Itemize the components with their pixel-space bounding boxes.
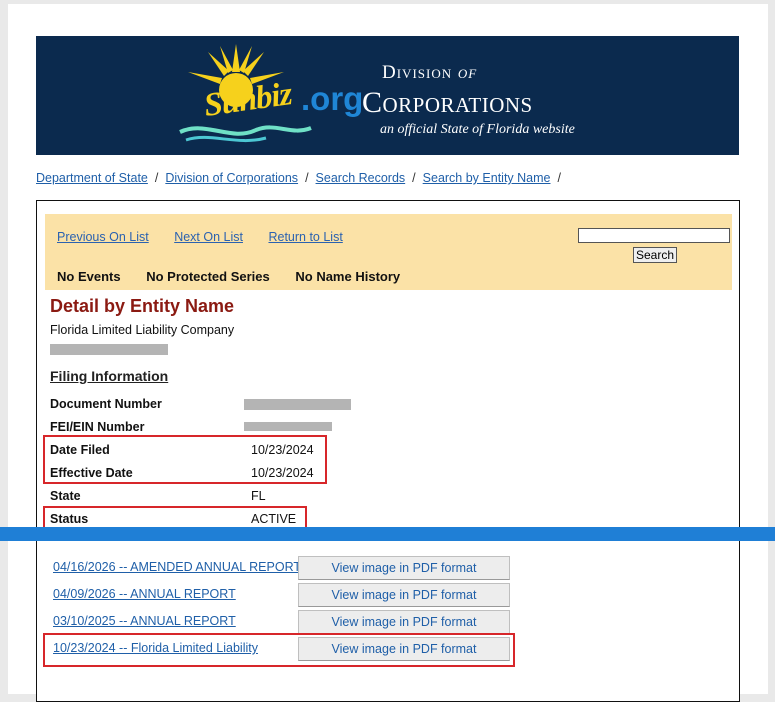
no-name-history-label: No Name History bbox=[295, 269, 401, 284]
breadcrumb-separator: / bbox=[557, 171, 561, 185]
document-number-label: Document Number bbox=[50, 397, 162, 411]
next-on-list-link[interactable]: Next On List bbox=[174, 230, 243, 244]
breadcrumb-separator: / bbox=[305, 171, 309, 185]
list-navigation-bar: Previous On List Next On List Return to … bbox=[45, 214, 732, 290]
swoosh-icon bbox=[179, 125, 312, 143]
filing-information-heading: Filing Information bbox=[50, 368, 169, 384]
view-pdf-button[interactable]: View image in PDF format bbox=[298, 556, 510, 580]
entity-type: Florida Limited Liability Company bbox=[50, 323, 235, 337]
document-link[interactable]: 04/16/2026 -- AMENDED ANNUAL REPORT bbox=[53, 560, 301, 574]
entity-detail-panel: Previous On List Next On List Return to … bbox=[36, 200, 740, 702]
breadcrumb-separator: / bbox=[412, 171, 416, 185]
no-events-label: No Events bbox=[57, 269, 121, 284]
breadcrumb-search-records[interactable]: Search Records bbox=[316, 171, 406, 185]
breadcrumb-separator: / bbox=[154, 171, 159, 185]
fei-ein-label: FEI/EIN Number bbox=[50, 420, 145, 434]
redacted-entity-name bbox=[50, 344, 168, 355]
breadcrumb-dept-of-state[interactable]: Department of State bbox=[36, 171, 148, 185]
division-of-heading: Division of bbox=[382, 62, 477, 84]
view-pdf-button[interactable]: View image in PDF format bbox=[298, 610, 510, 634]
division-word: Division bbox=[382, 62, 453, 83]
corporations-heading: Corporations bbox=[362, 86, 533, 119]
search-button[interactable]: Search bbox=[633, 247, 678, 263]
redacted-document-number bbox=[244, 399, 351, 410]
document-link[interactable]: 04/09/2026 -- ANNUAL REPORT bbox=[53, 587, 236, 601]
page-title: Detail by Entity Name bbox=[50, 296, 235, 316]
previous-on-list-link[interactable]: Previous On List bbox=[57, 230, 149, 244]
document-link[interactable]: 03/10/2025 -- ANNUAL REPORT bbox=[53, 614, 236, 628]
search-input[interactable] bbox=[578, 228, 730, 243]
state-value: FL bbox=[251, 489, 266, 503]
list-nav-links: Previous On List Next On List Return to … bbox=[57, 230, 365, 244]
breadcrumb: Department of State / Division of Corporat… bbox=[36, 171, 568, 185]
events-row: No Events No Protected Series No Name Hi… bbox=[57, 269, 422, 284]
page: Sunbiz .org Division of Corporations an … bbox=[8, 4, 768, 702]
original-filing-highlight-box bbox=[43, 633, 515, 667]
return-to-list-link[interactable]: Return to List bbox=[268, 230, 342, 244]
org-logo-text: .org bbox=[301, 80, 364, 117]
dates-highlight-box bbox=[43, 435, 327, 484]
breadcrumb-search-by-entity-name[interactable]: Search by Entity Name bbox=[423, 171, 551, 185]
sunbiz-banner[interactable]: Sunbiz .org Division of Corporations an … bbox=[36, 36, 739, 155]
tagline: an official State of Florida website bbox=[380, 122, 575, 137]
redacted-fei-ein bbox=[244, 422, 332, 431]
breadcrumb-division-of-corporations[interactable]: Division of Corporations bbox=[165, 171, 298, 185]
overlay-scroll-band bbox=[0, 527, 775, 541]
state-label: State bbox=[50, 489, 81, 503]
of-word: of bbox=[457, 62, 478, 83]
no-protected-series-label: No Protected Series bbox=[146, 269, 270, 284]
view-pdf-button[interactable]: View image in PDF format bbox=[298, 583, 510, 607]
